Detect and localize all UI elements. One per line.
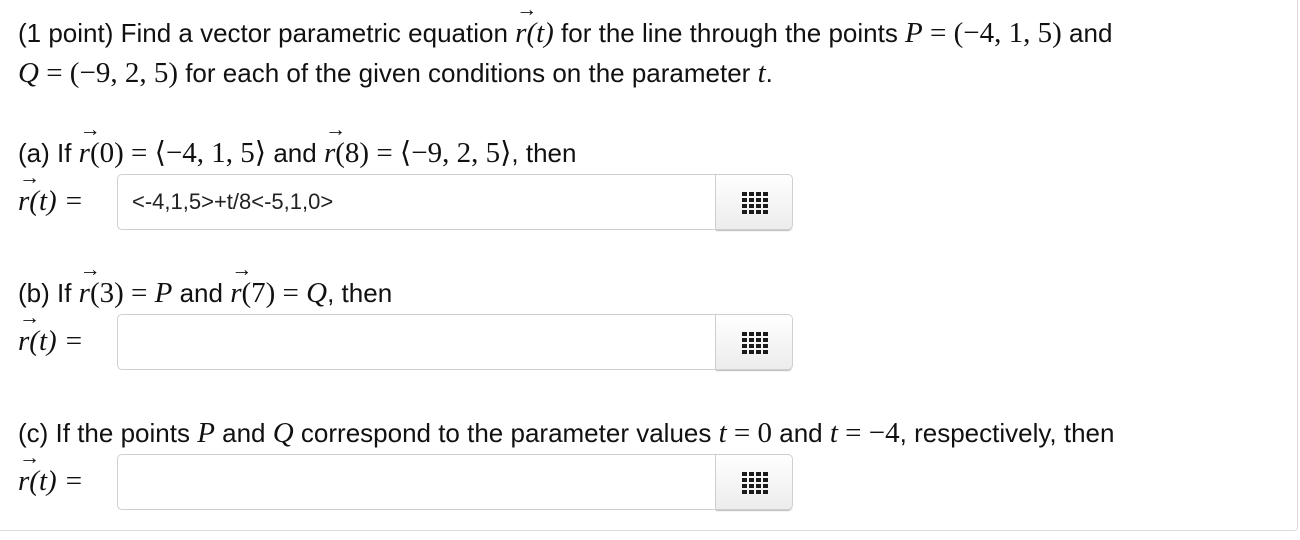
and-text: and (1061, 18, 1113, 48)
vector-r: r (230, 259, 253, 310)
point-p-symbol: P (197, 417, 215, 449)
point-q-coords: = (−9, 2, 5) (38, 57, 178, 89)
point-p-symbol: P (905, 17, 923, 49)
point-p-coords: = (−4, 1, 5) (922, 17, 1062, 49)
part-b-lhs: r(t) = (18, 307, 84, 363)
part-c-statement: (c) If the points P and Q correspond to … (18, 416, 1114, 450)
parameter-t: t (718, 417, 727, 449)
problem-statement-line-2: Q = (−9, 2, 5) for each of the given con… (18, 56, 773, 90)
vector-r: r (79, 259, 102, 310)
intro-text-2: for each of the given conditions on the … (177, 58, 758, 88)
and-text: and (172, 278, 231, 308)
t-equals-0: = 0 (726, 417, 773, 449)
part-c-equation-editor-button[interactable] (715, 454, 793, 510)
part-a-statement: (a) If r(0) = ⟨−4, 1, 5⟩ and r(8) = ⟨−9,… (18, 119, 577, 170)
r-at-8: (8) = ⟨−9, 2, 5⟩ (335, 137, 512, 169)
point-p-symbol: P (154, 277, 173, 309)
then-text: , then (327, 278, 393, 308)
then-text: , then (511, 138, 577, 168)
part-c-lhs: r(t) = (18, 447, 84, 503)
and-text: and (266, 138, 324, 168)
point-q-symbol: Q (306, 277, 328, 309)
part-a-prefix: (a) If (18, 138, 79, 168)
parameter-t: t (757, 57, 766, 89)
vector-r: r (18, 447, 41, 498)
t-equals-minus-4: = −4 (837, 417, 900, 449)
grid-icon (742, 332, 768, 354)
part-c-tail-text: , respectively, then (899, 418, 1115, 448)
point-q-symbol: Q (18, 57, 39, 89)
grid-icon (742, 192, 768, 214)
grid-icon (742, 472, 768, 494)
vector-r: r (18, 167, 41, 218)
and-text: and (214, 418, 273, 448)
point-q-symbol: Q (272, 417, 294, 449)
of-t: (t) (526, 17, 554, 49)
r-at-0: (0) = ⟨−4, 1, 5⟩ (89, 137, 267, 169)
lhs-t-equals: (t) = (29, 185, 84, 217)
part-b-equation-editor-button[interactable] (715, 314, 793, 370)
part-c-answer-input[interactable] (117, 454, 715, 510)
problem-panel: (1 point) Find a vector parametric equat… (0, 0, 1298, 531)
part-a-answer-input[interactable]: <-4,1,5>+t/8<-5,1,0> (117, 174, 715, 230)
intro-text-mid: for the line through the points (553, 18, 906, 48)
lhs-t-equals: (t) = (29, 325, 84, 357)
r-at-3: (3) = (89, 277, 155, 309)
vector-r: r (515, 0, 538, 50)
intro-text: (1 point) Find a vector parametric equat… (18, 18, 516, 48)
lhs-t-equals: (t) = (29, 465, 84, 497)
part-c-mid-text: correspond to the parameter values (293, 418, 719, 448)
part-b-prefix: (b) If (18, 278, 79, 308)
vector-r: r (324, 119, 347, 170)
period: . (765, 58, 773, 88)
vector-r: r (18, 307, 41, 358)
part-b-statement: (b) If r(3) = P and r(7) = Q, then (18, 259, 393, 310)
part-c-prefix: (c) If the points (18, 418, 198, 448)
parameter-t: t (829, 417, 838, 449)
r-at-7: (7) = (241, 277, 307, 309)
problem-statement-line-1: (1 point) Find a vector parametric equat… (18, 0, 1113, 50)
vector-r: r (79, 119, 102, 170)
part-a-lhs: r(t) = (18, 167, 84, 223)
and-text: and (772, 418, 830, 448)
part-b-answer-input[interactable] (117, 314, 715, 370)
part-a-equation-editor-button[interactable] (715, 174, 793, 230)
